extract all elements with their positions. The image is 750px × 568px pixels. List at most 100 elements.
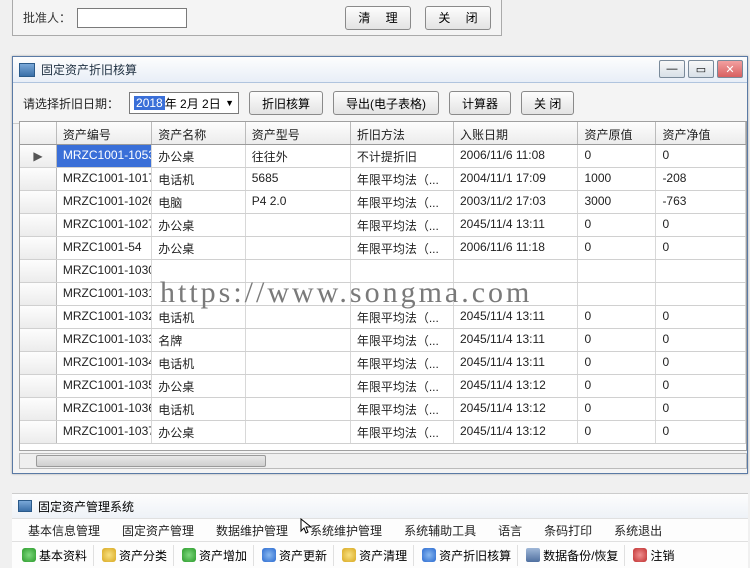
- cell[interactable]: [351, 283, 454, 305]
- cell[interactable]: 年限平均法（...: [351, 352, 454, 374]
- toolbar-item[interactable]: 资产分类: [96, 545, 174, 566]
- cell[interactable]: 年限平均法（...: [351, 375, 454, 397]
- cell[interactable]: 2045/11/4 13:12: [454, 375, 578, 397]
- cell[interactable]: -763: [656, 191, 746, 213]
- cell[interactable]: 0: [578, 421, 656, 443]
- cell[interactable]: 2006/11/6 11:18: [454, 237, 578, 259]
- cell[interactable]: 办公桌: [152, 237, 245, 259]
- cell[interactable]: [246, 352, 351, 374]
- cell[interactable]: 电话机: [152, 306, 245, 328]
- col-depr-method[interactable]: 折旧方法: [351, 122, 454, 144]
- toolbar-item[interactable]: 资产清理: [336, 545, 414, 566]
- cell[interactable]: 2045/11/4 13:11: [454, 214, 578, 236]
- cell[interactable]: 办公桌: [152, 214, 245, 236]
- cell[interactable]: 办公桌: [152, 421, 245, 443]
- col-asset-id[interactable]: 资产编号: [57, 122, 152, 144]
- cell[interactable]: [246, 283, 351, 305]
- cell[interactable]: 办公桌: [152, 375, 245, 397]
- scrollbar-thumb[interactable]: [36, 455, 266, 467]
- calculator-button[interactable]: 计算器: [449, 91, 511, 115]
- cell[interactable]: 年限平均法（...: [351, 306, 454, 328]
- cell[interactable]: 2045/11/4 13:12: [454, 421, 578, 443]
- window-close-button[interactable]: ✕: [717, 60, 743, 78]
- cell[interactable]: 0: [578, 329, 656, 351]
- cell[interactable]: [246, 329, 351, 351]
- cell[interactable]: 电话机: [152, 352, 245, 374]
- table-row[interactable]: MRZC1001-1026电脑P4 2.0年限平均法（...2003/11/2 …: [20, 191, 746, 214]
- cell[interactable]: 0: [578, 237, 656, 259]
- cell[interactable]: 5685: [246, 168, 351, 190]
- menu-item[interactable]: 语言: [488, 519, 532, 542]
- table-row[interactable]: MRZC1001-1017电话机5685年限平均法（...2004/11/1 1…: [20, 168, 746, 191]
- cell[interactable]: [578, 283, 656, 305]
- cell[interactable]: MRZC1001-1034: [57, 352, 152, 374]
- col-asset-model[interactable]: 资产型号: [246, 122, 351, 144]
- cell[interactable]: 年限平均法（...: [351, 168, 454, 190]
- menu-item[interactable]: 固定资产管理: [112, 519, 204, 542]
- close-button[interactable]: 关 闭: [425, 6, 491, 30]
- cell[interactable]: 0: [578, 352, 656, 374]
- cell[interactable]: 3000: [578, 191, 656, 213]
- table-row[interactable]: MRZC1001-1035办公桌 年限平均法（...2045/11/4 13:12…: [20, 375, 746, 398]
- table-row[interactable]: MRZC1001-1031: [20, 283, 746, 306]
- cell[interactable]: [656, 283, 746, 305]
- table-row[interactable]: MRZC1001-1033名牌年限平均法（...2045/11/4 13:110…: [20, 329, 746, 352]
- table-row[interactable]: MRZC1001-1030: [20, 260, 746, 283]
- cell[interactable]: 0: [578, 214, 656, 236]
- cell[interactable]: 2045/11/4 13:11: [454, 306, 578, 328]
- col-entry-date[interactable]: 入账日期: [454, 122, 578, 144]
- cell[interactable]: MRZC1001-54: [57, 237, 152, 259]
- cell[interactable]: 年限平均法（...: [351, 421, 454, 443]
- export-spreadsheet-button[interactable]: 导出(电子表格): [333, 91, 439, 115]
- cell[interactable]: 0: [656, 352, 746, 374]
- cell[interactable]: 电脑: [152, 191, 245, 213]
- cell[interactable]: 年限平均法（...: [351, 398, 454, 420]
- toolbar-item[interactable]: 注销: [627, 545, 680, 566]
- cell[interactable]: 年限平均法（...: [351, 214, 454, 236]
- cell[interactable]: [454, 283, 578, 305]
- table-row[interactable]: MRZC1001-54办公桌年限平均法（...2006/11/6 11:1800: [20, 237, 746, 260]
- cell[interactable]: MRZC1001-1035: [57, 375, 152, 397]
- cell[interactable]: 0: [656, 421, 746, 443]
- toolbar-item[interactable]: 资产折旧核算: [416, 545, 518, 566]
- table-row[interactable]: MRZC1001-1027办公桌 年限平均法（...2045/11/4 13:11…: [20, 214, 746, 237]
- cell[interactable]: 0: [656, 375, 746, 397]
- cell[interactable]: [351, 260, 454, 282]
- menu-item[interactable]: 条码打印: [534, 519, 602, 542]
- cell[interactable]: [246, 214, 351, 236]
- menu-item[interactable]: 数据维护管理: [206, 519, 298, 542]
- cell[interactable]: MRZC1001-1037: [57, 421, 152, 443]
- cell[interactable]: [454, 260, 578, 282]
- cell[interactable]: 往往外: [246, 145, 351, 167]
- cell[interactable]: MRZC1001-1027: [57, 214, 152, 236]
- cell[interactable]: 0: [578, 306, 656, 328]
- col-asset-name[interactable]: 资产名称: [152, 122, 245, 144]
- cell[interactable]: MRZC1001-1017: [57, 168, 152, 190]
- cell[interactable]: [578, 260, 656, 282]
- cell[interactable]: 办公桌: [152, 145, 245, 167]
- cell[interactable]: 0: [656, 306, 746, 328]
- cell[interactable]: 年限平均法（...: [351, 237, 454, 259]
- cell[interactable]: [246, 375, 351, 397]
- cell[interactable]: MRZC1001-1026: [57, 191, 152, 213]
- cell[interactable]: 0: [656, 329, 746, 351]
- cell[interactable]: [152, 283, 245, 305]
- cell[interactable]: [152, 260, 245, 282]
- cell[interactable]: 0: [656, 214, 746, 236]
- cell[interactable]: 1000: [578, 168, 656, 190]
- approver-input[interactable]: [77, 8, 187, 28]
- table-row[interactable]: ▶MRZC1001-1053办公桌往往外不计提折旧2006/11/6 11:08…: [20, 145, 746, 168]
- cell[interactable]: 电话机: [152, 398, 245, 420]
- cell[interactable]: 2045/11/4 13:12: [454, 398, 578, 420]
- cell[interactable]: 0: [656, 237, 746, 259]
- cell[interactable]: 年限平均法（...: [351, 329, 454, 351]
- calc-depreciation-button[interactable]: 折旧核算: [249, 91, 323, 115]
- cell[interactable]: MRZC1001-1033: [57, 329, 152, 351]
- cell[interactable]: [246, 421, 351, 443]
- cell[interactable]: MRZC1001-1053: [57, 145, 152, 167]
- cell[interactable]: 年限平均法（...: [351, 191, 454, 213]
- cell[interactable]: MRZC1001-1031: [57, 283, 152, 305]
- menu-item[interactable]: 基本信息管理: [18, 519, 110, 542]
- toolbar-item[interactable]: 资产增加: [176, 545, 254, 566]
- col-net-value[interactable]: 资产净值: [656, 122, 746, 144]
